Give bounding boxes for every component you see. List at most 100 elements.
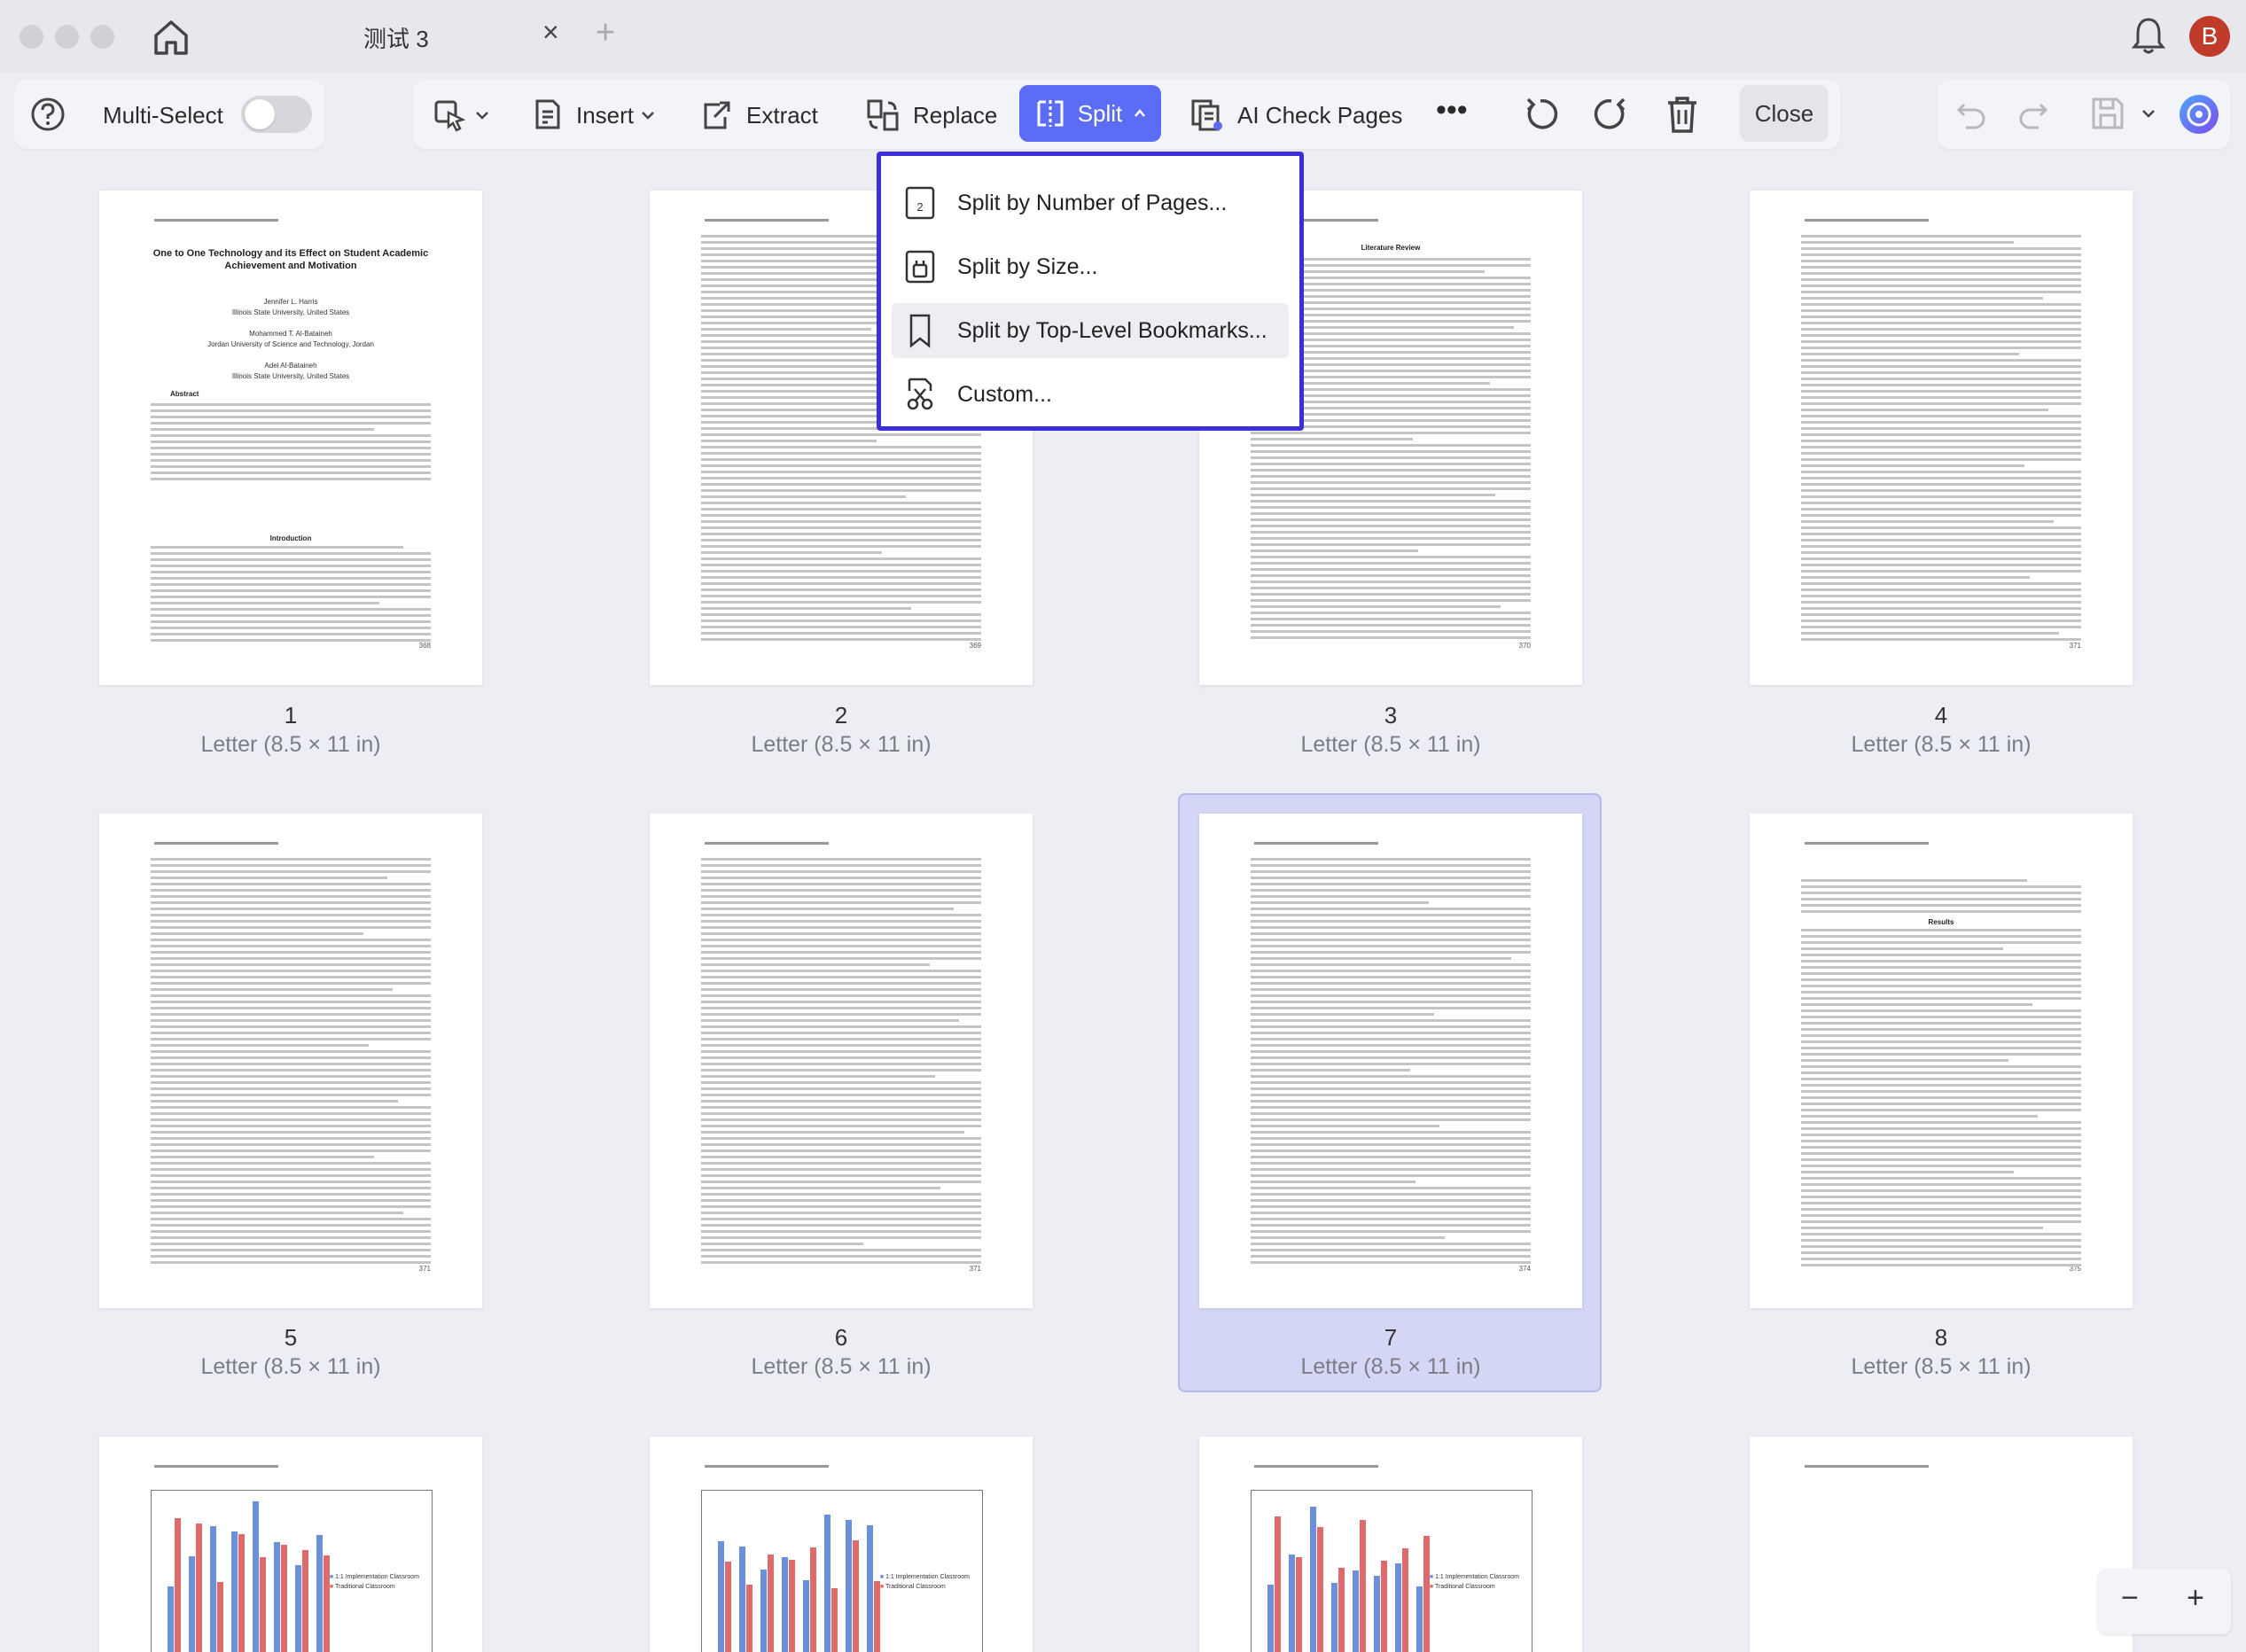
extract-button[interactable]: Extract [698,94,818,136]
page-thumbnail-8[interactable]: Results 375 [1750,814,2133,1308]
page-thumbnail-4[interactable]: 371 [1750,191,2133,685]
undo-icon[interactable] [1955,99,1987,129]
split-by-size-item[interactable]: Split by Size... [892,239,1289,294]
text-line [1801,260,2081,262]
window-minimize-button[interactable] [55,25,79,49]
text-line [701,914,981,916]
help-icon[interactable] [30,97,66,132]
ai-assistant-icon[interactable] [2177,92,2221,136]
insert-page-icon [535,99,560,129]
page-thumbnail-12[interactable] [1750,1437,2133,1652]
new-tab-icon[interactable]: + [596,16,615,50]
more-options-icon[interactable]: ••• [1436,89,1468,131]
split-icon [1037,100,1064,127]
text-line [151,1131,431,1134]
split-custom-item[interactable]: Custom... [892,367,1289,422]
text-line [1251,920,1531,923]
replace-button[interactable]: Replace [865,94,997,136]
avatar[interactable]: B [2189,16,2230,57]
text-line [1251,908,1531,910]
text-line [151,963,431,966]
text-line [151,1001,431,1003]
text-line [151,602,379,604]
redo-icon[interactable] [2017,99,2049,129]
page-thumbnail-11[interactable]: ■ 1:1 Implementation Classroom ■ Traditi… [1199,1437,1582,1652]
text-line [701,1212,981,1214]
save-icon[interactable] [2090,96,2125,131]
text-line [151,1056,431,1059]
text-line [701,626,981,628]
text-line [701,1249,981,1251]
page-thumbnail-1[interactable]: One to One Technology and its Effect on … [99,191,482,685]
chart-bar [1423,1536,1430,1652]
window-zoom-button[interactable] [90,25,114,49]
bell-icon[interactable] [2131,16,2166,55]
text-line [151,1044,369,1047]
text-line [701,1007,981,1009]
text-line [1251,475,1531,478]
trash-icon[interactable] [1665,94,1700,135]
text-line [701,539,981,542]
page-size-label: Letter (8.5 × 11 in) [200,732,381,757]
page-thumbnail-6[interactable]: 371 [650,814,1033,1308]
text-line [1251,574,1531,577]
page-number-label: 5 [284,1324,298,1351]
title-bar [0,0,2246,73]
text-line [1801,247,2081,250]
tab-title[interactable]: 测试 3 [363,21,429,54]
split-by-number-of-pages-item[interactable]: 2 Split by Number of Pages... [892,175,1289,230]
text-line [701,632,981,635]
window-close-button[interactable] [19,25,43,49]
text-line [151,901,431,904]
text-line [1251,1007,1531,1009]
multi-select-toggle[interactable] [241,96,312,133]
tab-close-icon[interactable]: × [542,18,559,46]
text-line [151,932,363,935]
select-tool-button[interactable] [433,94,491,136]
zoom-in-button[interactable]: + [2187,1581,2204,1616]
home-icon[interactable] [151,18,191,57]
page-thumbnail-10[interactable]: ■ 1:1 Implementation Classroom ■ Traditi… [650,1437,1033,1652]
text-line [1251,1205,1531,1208]
page-footer-number: 371 [2069,642,2081,650]
split-button[interactable]: Split [1019,85,1161,142]
close-button[interactable]: Close [1740,85,1829,142]
page-thumbnail-5[interactable]: 371 [99,814,482,1308]
split-dropdown-menu: 2 Split by Number of Pages... Split by S… [877,152,1304,431]
chart-legend: ■ 1:1 Implementation Classroom ■ Traditi… [879,1574,970,1590]
text-line [1801,978,2081,981]
page-size-label: Letter (8.5 × 11 in) [1851,732,2032,757]
text-line [701,889,981,892]
text-line [1251,939,1531,941]
text-line [1801,1220,2081,1223]
text-line [1251,963,1531,966]
text-line [1801,972,2081,975]
svg-text:2: 2 [916,200,923,214]
text-line [1801,1214,2081,1217]
text-line [151,895,431,898]
text-line [701,489,981,492]
text-line [1801,1202,2081,1204]
text-line [151,926,431,929]
text-line [1801,1053,2081,1056]
chart-bar [803,1580,809,1652]
page-thumbnail-7[interactable]: 374 [1199,814,1582,1308]
zoom-control: − + [2098,1569,2231,1634]
text-line [151,988,393,991]
text-line [701,864,981,867]
zoom-out-button[interactable]: − [2121,1581,2139,1616]
text-line [701,1013,981,1016]
chart-bar [175,1518,181,1652]
rotate-right-icon[interactable] [1592,94,1631,135]
text-line [1251,1149,1531,1152]
chevron-down-icon[interactable] [2140,105,2157,122]
split-by-top-level-bookmarks-item[interactable]: Split by Top-Level Bookmarks... [892,303,1289,358]
insert-button[interactable]: Insert [530,94,657,136]
ai-check-pages-button[interactable]: AI Check Pages [1189,94,1402,136]
rotate-left-icon[interactable] [1521,94,1560,135]
extract-label: Extract [746,101,818,129]
text-line [701,1025,981,1028]
page-thumbnail-9[interactable]: ■ 1:1 Implementation Classroom ■ Traditi… [99,1437,482,1652]
text-line [701,1224,981,1227]
text-line [1801,514,2081,517]
